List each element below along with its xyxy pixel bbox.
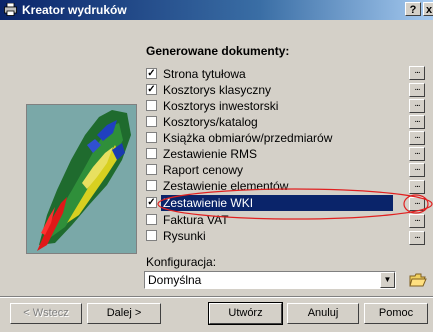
- wizard-illustration: [26, 104, 137, 254]
- list-item-label: Zestawienie elementów: [163, 179, 289, 193]
- options-button-vat-invoice[interactable]: ...: [409, 214, 425, 228]
- options-button-estimate-catalog[interactable]: ...: [409, 115, 425, 129]
- documents-list: ✓ Strona tytułowa ✓ Kosztorys klasyczny …: [144, 62, 400, 332]
- options-button-rms-summary[interactable]: ...: [409, 147, 425, 161]
- print-wizard-window: Kreator wydruków ? x Generowane dokument…: [0, 0, 433, 325]
- options-button-investor-estimate[interactable]: ...: [409, 99, 425, 113]
- list-item-measurement-book[interactable]: Książka obmiarów/przedmiarów: [144, 130, 400, 146]
- terrain-illustration: [27, 105, 136, 253]
- chevron-down-icon[interactable]: ▼: [380, 272, 395, 288]
- help-button[interactable]: Pomoc: [364, 303, 428, 324]
- options-button-classic-estimate[interactable]: ...: [409, 83, 425, 97]
- options-button-title-page[interactable]: ...: [409, 66, 425, 80]
- title-help-button[interactable]: ?: [405, 2, 421, 16]
- checkbox[interactable]: [146, 148, 157, 159]
- options-button-measurement-book[interactable]: ...: [409, 131, 425, 145]
- list-item-label: Rysunki: [163, 229, 206, 243]
- list-item-label: Kosztorys klasyczny: [163, 83, 272, 97]
- list-item-title-page[interactable]: ✓ Strona tytułowa: [144, 66, 400, 82]
- title-bar[interactable]: Kreator wydruków ? x: [0, 0, 433, 20]
- checkbox[interactable]: [146, 164, 157, 175]
- checkbox[interactable]: [146, 230, 157, 241]
- options-button-price-report[interactable]: ...: [409, 163, 425, 177]
- list-item-label: Zestawienie RMS: [163, 147, 258, 161]
- printer-icon: [4, 3, 17, 16]
- list-item-label: Raport cenowy: [163, 163, 244, 177]
- checkbox[interactable]: [146, 180, 157, 191]
- list-item-wki-summary[interactable]: ✓ Zestawienie WKI: [144, 195, 400, 211]
- checkbox[interactable]: [146, 214, 157, 225]
- checkbox[interactable]: ✓: [146, 84, 157, 95]
- list-item-label: Strona tytułowa: [163, 67, 246, 81]
- configuration-value: Domyślna: [148, 273, 202, 287]
- options-button-drawings[interactable]: ...: [409, 231, 425, 245]
- checkbox[interactable]: [146, 132, 157, 143]
- footer-separator: [0, 296, 433, 298]
- list-item-label: Kosztorys inwestorski: [163, 99, 279, 113]
- create-button[interactable]: Utwórz: [208, 302, 283, 325]
- list-item-drawings[interactable]: Rysunki: [144, 228, 400, 244]
- list-item-label: Zestawienie WKI: [161, 195, 393, 211]
- list-item-investor-estimate[interactable]: Kosztorys inwestorski: [144, 98, 400, 114]
- list-item-rms-summary[interactable]: Zestawienie RMS: [144, 146, 400, 162]
- checkbox[interactable]: [146, 100, 157, 111]
- list-item-label: Kosztorys/katalog: [163, 115, 258, 129]
- configuration-select[interactable]: Domyślna ▼: [144, 271, 396, 289]
- options-button-wki-summary[interactable]: ...: [409, 197, 425, 211]
- checkbox[interactable]: [146, 116, 157, 127]
- list-item-elements-summary[interactable]: Zestawienie elementów: [144, 178, 400, 194]
- checkbox[interactable]: ✓: [146, 68, 157, 79]
- checkbox[interactable]: ✓: [146, 197, 157, 208]
- configuration-label: Konfiguracja:: [146, 255, 217, 269]
- list-item-label: Książka obmiarów/przedmiarów: [163, 131, 333, 145]
- list-item-label: Faktura VAT: [163, 213, 229, 227]
- list-item-vat-invoice[interactable]: Faktura VAT: [144, 212, 400, 228]
- documents-section-title: Generowane dokumenty:: [146, 44, 290, 58]
- title-close-button[interactable]: x: [423, 2, 433, 16]
- back-button[interactable]: < Wstecz: [10, 303, 82, 324]
- cancel-button[interactable]: Anuluj: [287, 303, 359, 324]
- list-item-estimate-catalog[interactable]: Kosztorys/katalog: [144, 114, 400, 130]
- window-title: Kreator wydruków: [22, 3, 127, 17]
- list-item-classic-estimate[interactable]: ✓ Kosztorys klasyczny: [144, 82, 400, 98]
- open-folder-icon[interactable]: [409, 271, 427, 289]
- options-button-elements-summary[interactable]: ...: [409, 180, 425, 194]
- next-button[interactable]: Dalej >: [87, 303, 161, 324]
- list-item-price-report[interactable]: Raport cenowy: [144, 162, 400, 178]
